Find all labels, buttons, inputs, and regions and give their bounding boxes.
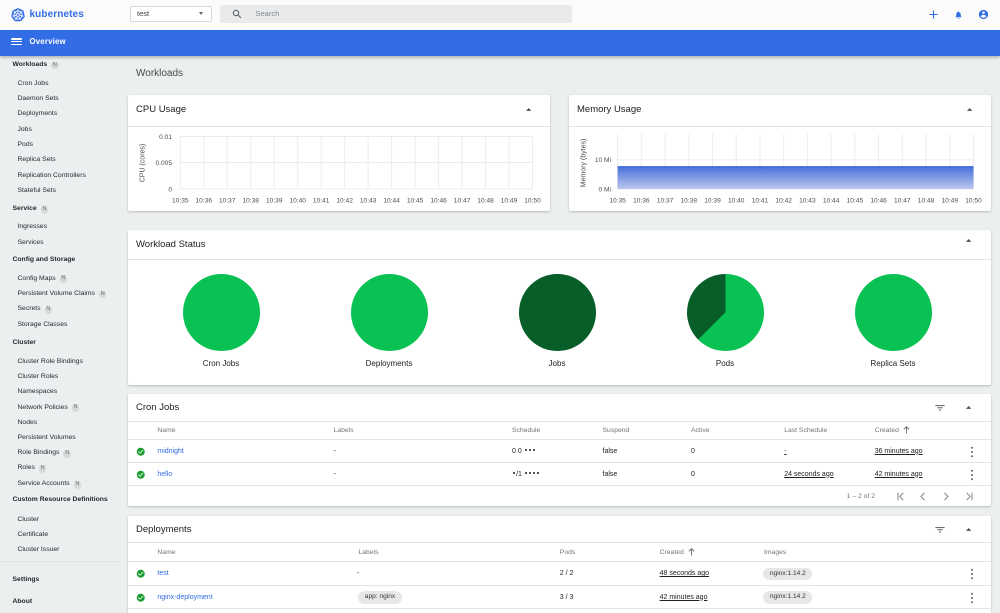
svg-text:10:39: 10:39: [704, 197, 721, 204]
svg-text:10:44: 10:44: [823, 197, 840, 204]
svg-text:10:48: 10:48: [477, 197, 494, 204]
svg-text:10:41: 10:41: [313, 197, 330, 204]
svg-text:10 Mi: 10 Mi: [595, 157, 612, 164]
svg-text:CPU (cores): CPU (cores): [140, 143, 147, 182]
svg-text:10:42: 10:42: [336, 197, 353, 204]
svg-text:10:42: 10:42: [775, 197, 792, 204]
svg-text:0.01: 0.01: [159, 133, 172, 140]
svg-text:10:36: 10:36: [633, 197, 650, 204]
svg-text:10:35: 10:35: [172, 197, 189, 204]
svg-text:0 Mi: 0 Mi: [599, 186, 612, 193]
svg-text:10:46: 10:46: [870, 197, 887, 204]
svg-text:10:49: 10:49: [942, 197, 959, 204]
svg-text:10:43: 10:43: [799, 197, 816, 204]
svg-text:10:44: 10:44: [383, 197, 400, 204]
svg-text:10:39: 10:39: [266, 197, 283, 204]
svg-text:10:40: 10:40: [728, 197, 745, 204]
svg-text:10:35: 10:35: [609, 197, 626, 204]
svg-text:10:37: 10:37: [219, 197, 236, 204]
svg-text:10:47: 10:47: [894, 197, 911, 204]
svg-text:10:45: 10:45: [407, 197, 424, 204]
svg-text:10:40: 10:40: [289, 197, 306, 204]
svg-text:10:49: 10:49: [501, 197, 518, 204]
svg-text:10:43: 10:43: [360, 197, 377, 204]
svg-text:10:36: 10:36: [196, 197, 213, 204]
svg-text:Memory (bytes): Memory (bytes): [581, 138, 588, 187]
svg-text:10:47: 10:47: [454, 197, 471, 204]
svg-text:10:46: 10:46: [430, 197, 447, 204]
svg-text:10:38: 10:38: [242, 197, 259, 204]
svg-text:10:37: 10:37: [657, 197, 674, 204]
svg-text:10:48: 10:48: [918, 197, 935, 204]
svg-text:0: 0: [168, 186, 172, 193]
svg-text:0.005: 0.005: [155, 159, 172, 166]
svg-text:10:41: 10:41: [752, 197, 769, 204]
svg-text:10:38: 10:38: [681, 197, 698, 204]
svg-text:10:50: 10:50: [965, 197, 982, 204]
svg-text:10:45: 10:45: [847, 197, 864, 204]
svg-text:10:50: 10:50: [524, 197, 541, 204]
